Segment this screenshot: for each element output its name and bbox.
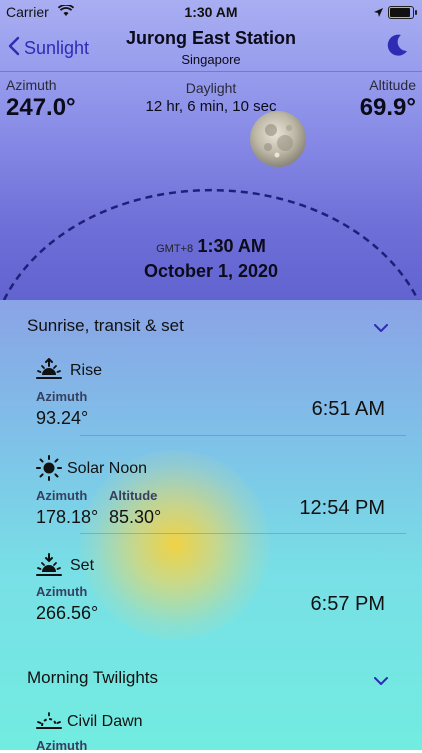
event-row-rise[interactable]: Rise Azimuth 93.24° 6:51 AM — [0, 352, 422, 436]
daylight-label: Daylight — [185, 80, 237, 96]
azimuth-label: Azimuth — [36, 488, 88, 503]
altitude-value: 85.30° — [109, 507, 162, 527]
event-title: Solar Noon — [67, 460, 148, 477]
event-row-set[interactable]: Set Azimuth 266.56° 6:57 PM — [0, 548, 422, 632]
civil-dawn-icon — [36, 711, 62, 734]
azimuth-value: 266.56° — [36, 603, 99, 623]
section-title: Sunrise, transit & set — [27, 316, 184, 335]
row-divider — [80, 533, 406, 534]
chevron-down-icon — [374, 320, 388, 338]
daylight-value: 12 hr, 6 min, 10 sec — [145, 98, 277, 115]
event-time: 12:54 PM — [299, 497, 385, 519]
sunrise-icon — [36, 357, 62, 385]
current-time: 1:30 AM — [197, 236, 266, 256]
row-divider — [80, 435, 406, 436]
moon-image — [249, 110, 307, 173]
timezone-label: GMT+8 — [156, 243, 194, 255]
azimuth-value: 178.18° — [36, 507, 99, 527]
event-row-solar-noon[interactable]: Solar Noon Azimuth 178.18° Altitude 85.3… — [0, 450, 422, 534]
chevron-down-icon — [374, 673, 388, 691]
current-date: October 1, 2020 — [143, 261, 279, 281]
azimuth-label: Azimuth — [36, 738, 88, 753]
section-header-morning-twilights[interactable]: Morning Twilights — [0, 654, 422, 700]
altitude-label: Altitude — [109, 488, 158, 503]
event-title: Civil Dawn — [67, 713, 143, 730]
altitude-label: Altitude — [369, 77, 416, 93]
altitude-value: 69.9° — [359, 94, 416, 121]
event-row-civil-dawn[interactable]: Civil Dawn Azimuth — [0, 706, 422, 753]
event-time: 6:51 AM — [311, 398, 385, 420]
section-title: Morning Twilights — [27, 668, 159, 687]
sun-icon — [36, 455, 62, 486]
current-time-row: GMT+8 1:30 AM — [0, 236, 422, 257]
event-title: Rise — [70, 362, 103, 379]
event-time: 6:57 PM — [310, 593, 385, 615]
event-title: Set — [70, 557, 95, 574]
azimuth-label: Azimuth — [36, 389, 88, 404]
azimuth-value: 93.24° — [36, 408, 89, 428]
azimuth-label: Azimuth — [36, 584, 88, 599]
sunset-icon — [36, 553, 62, 582]
section-header-rise-transit-set[interactable]: Sunrise, transit & set — [0, 300, 422, 346]
